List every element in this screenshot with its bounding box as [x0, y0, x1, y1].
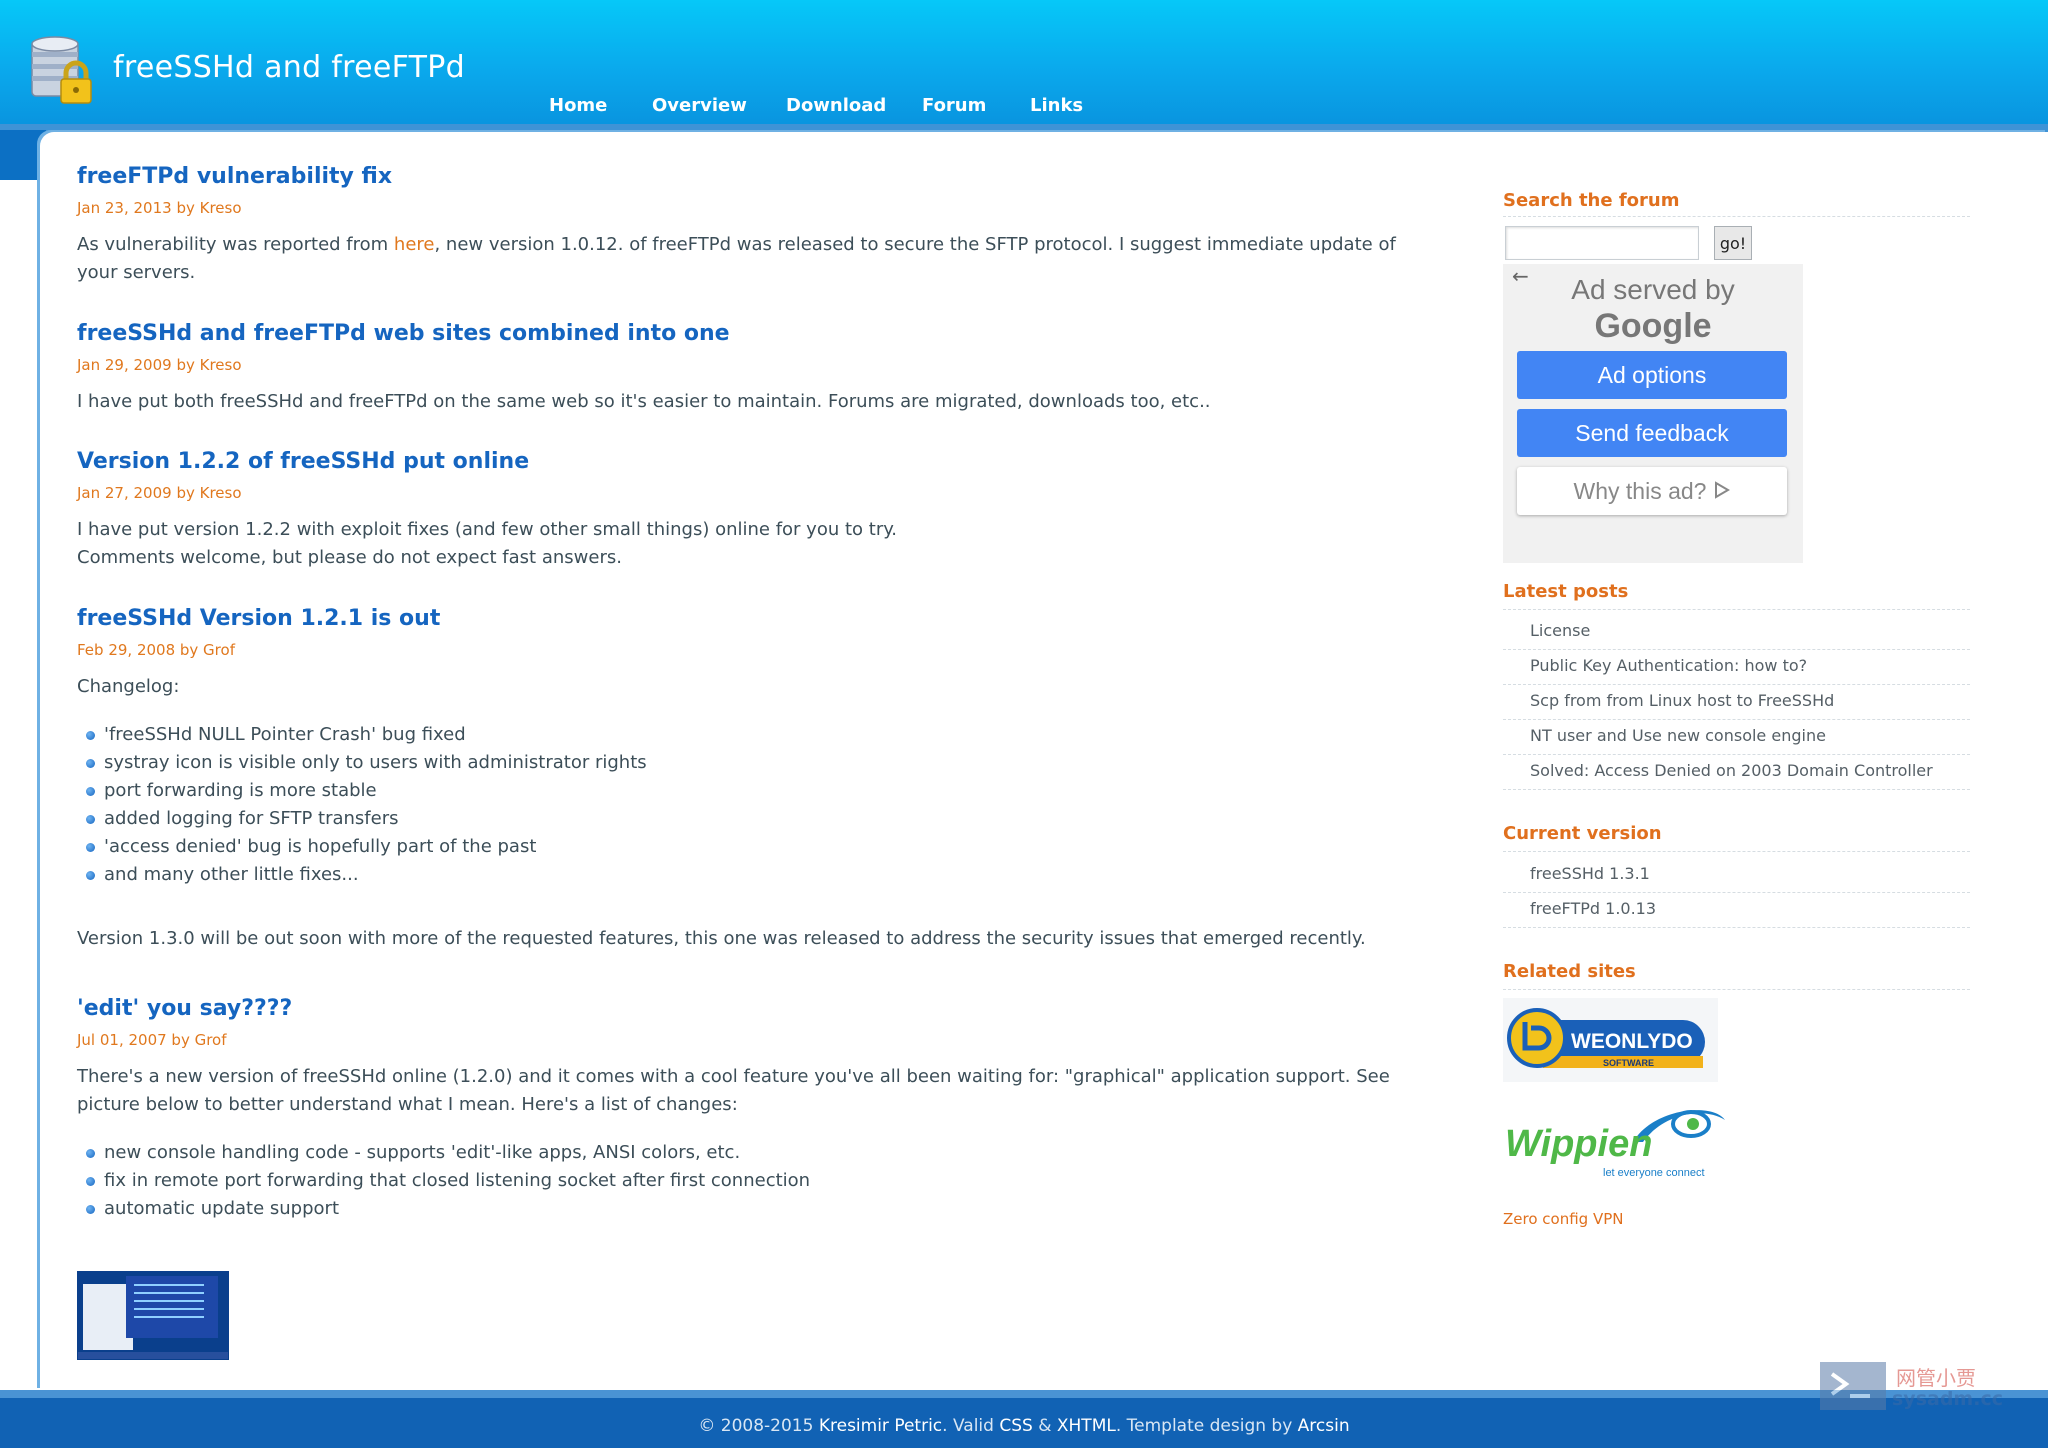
divider: [1503, 754, 1970, 755]
divider: [1503, 892, 1970, 893]
divider: [1503, 216, 1970, 217]
post-meta: Feb 29, 2008 by Grof: [77, 641, 235, 659]
footer-text: © 2008-2015 Kresimir Petric. Valid CSS &…: [698, 1416, 1350, 1436]
watermark-cn: 网管小贾: [1896, 1366, 1976, 1390]
divider: [1503, 649, 1970, 650]
latest-post-link[interactable]: NT user and Use new console engine: [1530, 726, 1826, 745]
svg-text:let everyone connect: let everyone connect: [1603, 1167, 1705, 1179]
changelog-label: Changelog:: [77, 676, 180, 697]
svg-text:SOFTWARE: SOFTWARE: [1603, 1058, 1654, 1068]
news-post: Version 1.2.2 of freeSSHd put online Jan…: [77, 449, 1437, 572]
post-text: I have put both freeSSHd and freeFTPd on…: [77, 391, 1211, 412]
watermark-en: sysadm.cc: [1892, 1388, 2003, 1410]
list-item: automatic update support: [77, 1195, 1437, 1223]
weonlydo-logo[interactable]: WEONLYDO SOFTWARE: [1503, 998, 1718, 1082]
post-meta: Jan 29, 2009 by Kreso: [77, 356, 242, 374]
nav-overview[interactable]: Overview: [652, 95, 747, 116]
taskbar-thumbnail: [78, 1352, 228, 1359]
post-title[interactable]: Version 1.2.2 of freeSSHd put online: [77, 449, 1437, 474]
news-post: 'edit' you say???? Jul 01, 2007 by Grof …: [77, 996, 1437, 1223]
post-title[interactable]: freeFTPd vulnerability fix: [77, 164, 1437, 189]
watermark: 网管小贾 sysadm.cc: [1820, 1362, 2003, 1414]
search-heading: Search the forum: [1503, 190, 1680, 211]
site-title[interactable]: freeSSHd and freeFTPd: [113, 50, 465, 85]
divider: [1503, 719, 1970, 720]
post-text: I have put version 1.2.2 with exploit fi…: [77, 519, 898, 568]
database-lock-icon[interactable]: [30, 34, 96, 106]
nav-forum[interactable]: Forum: [922, 95, 986, 116]
changes-list: new console handling code - supports 'ed…: [77, 1139, 1437, 1223]
css-link[interactable]: CSS: [999, 1416, 1032, 1436]
post-outro: Version 1.3.0 will be out soon with more…: [77, 928, 1366, 949]
terminal-prompt-icon: [1820, 1362, 1886, 1410]
why-this-ad-button[interactable]: Why this ad?: [1517, 467, 1787, 515]
svg-text:WEONLYDO: WEONLYDO: [1571, 1030, 1693, 1053]
designer-link[interactable]: Arcsin: [1298, 1416, 1350, 1436]
svg-text:Wippien: Wippien: [1505, 1123, 1652, 1165]
current-version-heading: Current version: [1503, 823, 1662, 844]
list-item: port forwarding is more stable: [77, 777, 1437, 805]
here-link[interactable]: here: [394, 234, 435, 255]
play-triangle-icon: [1714, 478, 1731, 505]
news-post: freeSSHd and freeFTPd web sites combined…: [77, 321, 1437, 416]
nav-home[interactable]: Home: [549, 95, 607, 116]
post-meta: Jan 27, 2009 by Kreso: [77, 484, 242, 502]
list-item: 'access denied' bug is hopefully part of…: [77, 833, 1437, 861]
list-item: fix in remote port forwarding that close…: [77, 1167, 1437, 1195]
post-title[interactable]: freeSSHd Version 1.2.1 is out: [77, 606, 1437, 631]
post-title[interactable]: 'edit' you say????: [77, 996, 1437, 1021]
google-wordmark: Google: [1594, 307, 1712, 345]
post-text: As vulnerability was reported from here,…: [77, 234, 1396, 283]
version-link[interactable]: freeFTPd 1.0.13: [1530, 899, 1656, 918]
news-post: freeFTPd vulnerability fix Jan 23, 2013 …: [77, 164, 1437, 287]
version-link[interactable]: freeSSHd 1.3.1: [1530, 864, 1650, 883]
wippien-logo[interactable]: Wippien let everyone connect: [1503, 1098, 1729, 1186]
news-post: freeSSHd Version 1.2.1 is out Feb 29, 20…: [77, 606, 1437, 953]
latest-post-link[interactable]: Scp from from Linux host to FreeSSHd: [1530, 691, 1834, 710]
zero-config-vpn-link[interactable]: Zero config VPN: [1503, 1210, 1623, 1228]
nav-links[interactable]: Links: [1030, 95, 1083, 116]
post-meta: Jul 01, 2007 by Grof: [77, 1031, 227, 1049]
list-item: 'freeSSHd NULL Pointer Crash' bug fixed: [77, 721, 1437, 749]
post-title[interactable]: freeSSHd and freeFTPd web sites combined…: [77, 321, 1437, 346]
list-item: added logging for SFTP transfers: [77, 805, 1437, 833]
latest-post-link[interactable]: Public Key Authentication: how to?: [1530, 656, 1807, 675]
divider: [1503, 851, 1970, 852]
nav-download[interactable]: Download: [786, 95, 886, 116]
changelog-list: 'freeSSHd NULL Pointer Crash' bug fixed …: [77, 721, 1437, 889]
ad-served-by: Ad served by: [1571, 274, 1735, 305]
google-ad-panel: ← Ad served by Google Ad options Send fe…: [1503, 264, 1803, 563]
post-meta: Jan 23, 2013 by Kreso: [77, 199, 242, 217]
screenshot-thumbnail[interactable]: [77, 1271, 229, 1360]
divider: [1503, 989, 1970, 990]
send-feedback-button[interactable]: Send feedback: [1517, 409, 1787, 457]
author-link[interactable]: Kresimir Petric: [819, 1416, 942, 1436]
divider: [1503, 789, 1970, 790]
forum-search-input[interactable]: [1505, 226, 1699, 260]
list-item: and many other little fixes...: [77, 861, 1437, 889]
related-sites-heading: Related sites: [1503, 961, 1636, 982]
list-item: new console handling code - supports 'ed…: [77, 1139, 1437, 1167]
console-window-thumbnail: [126, 1276, 218, 1338]
latest-post-link[interactable]: Solved: Access Denied on 2003 Domain Con…: [1530, 761, 1933, 780]
ad-options-button[interactable]: Ad options: [1517, 351, 1787, 399]
divider: [1503, 609, 1970, 610]
latest-posts-heading: Latest posts: [1503, 581, 1629, 602]
list-item: systray icon is visible only to users wi…: [77, 749, 1437, 777]
xhtml-link[interactable]: XHTML: [1057, 1416, 1116, 1436]
latest-post-link[interactable]: License: [1530, 621, 1590, 640]
post-text: There's a new version of freeSSHd online…: [77, 1066, 1390, 1115]
search-go-button[interactable]: go!: [1714, 226, 1752, 260]
divider: [1503, 927, 1970, 928]
site-footer: © 2008-2015 Kresimir Petric. Valid CSS &…: [0, 1390, 2048, 1448]
divider: [1503, 684, 1970, 685]
